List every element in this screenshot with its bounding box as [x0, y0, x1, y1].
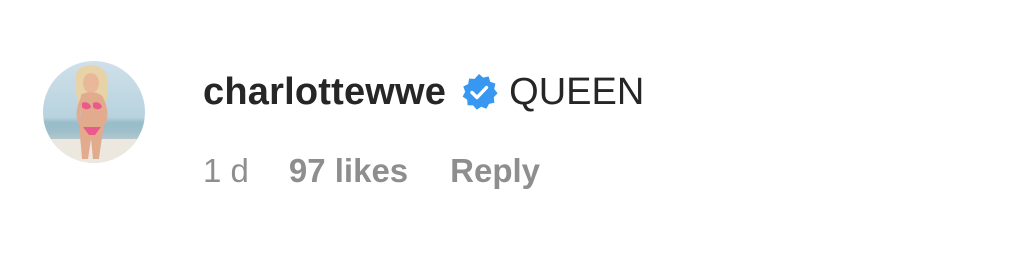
comment-line: charlottewwe QUEEN: [203, 64, 644, 120]
verified-badge-icon: [459, 72, 499, 112]
avatar-photo: [43, 61, 145, 163]
comment-meta: 1 d 97 likes Reply: [203, 148, 540, 194]
timestamp: 1 d: [203, 152, 249, 189]
avatar[interactable]: [43, 61, 145, 163]
comment-item: charlottewwe QUEEN 1 d 97 likes Reply: [0, 0, 1024, 264]
comment-text: QUEEN: [509, 70, 645, 113]
likes-count-link[interactable]: 97 likes: [289, 152, 408, 190]
username-link[interactable]: charlottewwe: [203, 71, 446, 114]
reply-button[interactable]: Reply: [450, 152, 540, 190]
